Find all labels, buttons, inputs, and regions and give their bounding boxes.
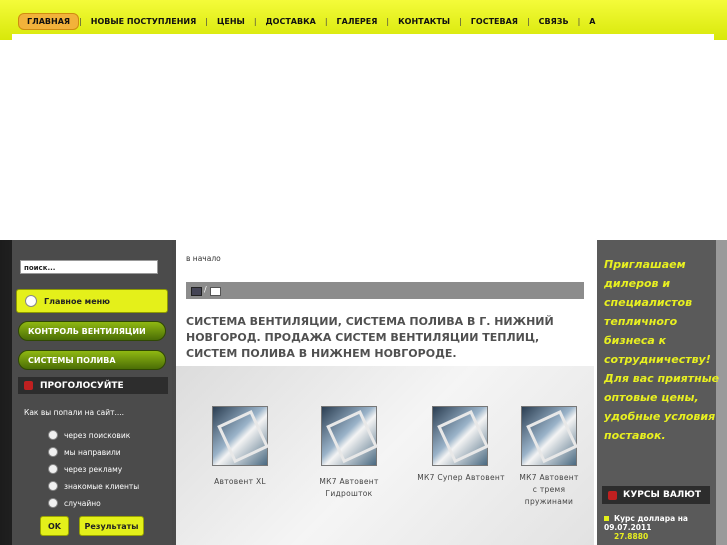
- poll-option-label: случайно: [64, 498, 101, 508]
- flower-icon: [25, 295, 37, 307]
- poll-results-button[interactable]: Результаты: [79, 516, 144, 536]
- nav-item-gallery[interactable]: ГАЛЕРЕЯ: [328, 17, 387, 26]
- poll-question: Как вы попали на сайт....: [24, 408, 124, 417]
- radio-button[interactable]: [48, 430, 58, 440]
- product-thumbnail[interactable]: [321, 406, 377, 466]
- poll-option-label: мы направили: [64, 447, 121, 457]
- poll-option-label: через рекламу: [64, 464, 123, 474]
- breadcrumb[interactable]: в начало: [186, 254, 221, 263]
- rate-label: Курс доллара на 09.07.2011: [604, 514, 688, 532]
- bullet-icon: [604, 516, 609, 521]
- email-icon[interactable]: [210, 287, 221, 296]
- dealer-promo-text: Приглашаем дилеров и специалистов теплич…: [604, 258, 720, 442]
- star-icon: [608, 490, 617, 500]
- star-icon: [24, 381, 33, 390]
- header-banner: [12, 34, 714, 240]
- radio-button[interactable]: [48, 498, 58, 508]
- nav-item-guestbook[interactable]: ГОСТЕВАЯ: [462, 17, 527, 26]
- search-input[interactable]: поиск...: [20, 260, 158, 274]
- currency-rates-heading: КУРСЫ ВАЛЮТ: [623, 490, 701, 500]
- icon-toolbar: /: [186, 282, 584, 299]
- top-navigation: ГЛАВНАЯ | НОВЫЕ ПОСТУПЛЕНИЯ | ЦЕНЫ | ДОС…: [18, 12, 604, 30]
- product-thumbnail[interactable]: [521, 406, 577, 466]
- poll-option[interactable]: через рекламу: [48, 464, 122, 474]
- product-thumbnail[interactable]: [432, 406, 488, 466]
- nav-item-prices[interactable]: ЦЕНЫ: [208, 17, 254, 26]
- product-label[interactable]: Автовент XL: [200, 476, 280, 488]
- poll-option-label: знакомые клиенты: [64, 481, 140, 491]
- toolbar-separator: /: [204, 285, 207, 294]
- nav-item-a[interactable]: А: [580, 17, 604, 26]
- main-menu-header[interactable]: Главное меню: [16, 289, 168, 313]
- product-label[interactable]: МК7 Автовент Гидрошток: [308, 476, 390, 500]
- main-menu-label: Главное меню: [44, 296, 110, 306]
- nav-item-new-arrivals[interactable]: НОВЫЕ ПОСТУПЛЕНИЯ: [82, 17, 205, 26]
- poll-option[interactable]: через поисковик: [48, 430, 130, 440]
- poll-header: ПРОГОЛОСУЙТЕ: [18, 377, 168, 394]
- poll-option[interactable]: знакомые клиенты: [48, 481, 139, 491]
- product-label[interactable]: МК7 Автовент с тремя пружинами: [516, 472, 582, 508]
- print-icon[interactable]: [191, 287, 202, 296]
- poll-ok-button[interactable]: OK: [40, 516, 69, 536]
- poll-heading: ПРОГОЛОСУЙТЕ: [40, 380, 124, 391]
- poll-option-label: через поисковик: [64, 430, 131, 440]
- nav-item-home[interactable]: ГЛАВНАЯ: [18, 12, 80, 30]
- sidebar-item-irrigation[interactable]: СИСТЕМЫ ПОЛИВА: [18, 350, 166, 370]
- rate-value: 27.8880: [614, 532, 649, 541]
- nav-item-contacts[interactable]: КОНТАКТЫ: [389, 17, 459, 26]
- radio-button[interactable]: [48, 481, 58, 491]
- nav-item-feedback[interactable]: СВЯЗЬ: [530, 17, 578, 26]
- currency-rates-header: КУРСЫ ВАЛЮТ: [602, 486, 710, 504]
- radio-button[interactable]: [48, 447, 58, 457]
- sidebar-item-ventilation[interactable]: КОНТРОЛЬ ВЕНТИЛЯЦИИ: [18, 321, 166, 341]
- product-label[interactable]: МК7 Супер Автовент: [405, 472, 517, 484]
- product-thumbnail[interactable]: [212, 406, 268, 466]
- poll-option[interactable]: мы направили: [48, 447, 121, 457]
- radio-button[interactable]: [48, 464, 58, 474]
- currency-rate: Курс доллара на 09.07.2011 27.8880: [604, 514, 727, 541]
- poll-option[interactable]: случайно: [48, 498, 101, 508]
- page-title: СИСТЕМА ВЕНТИЛЯЦИИ, СИСТЕМА ПОЛИВА В Г. …: [186, 315, 554, 360]
- nav-item-delivery[interactable]: ДОСТАВКА: [257, 17, 325, 26]
